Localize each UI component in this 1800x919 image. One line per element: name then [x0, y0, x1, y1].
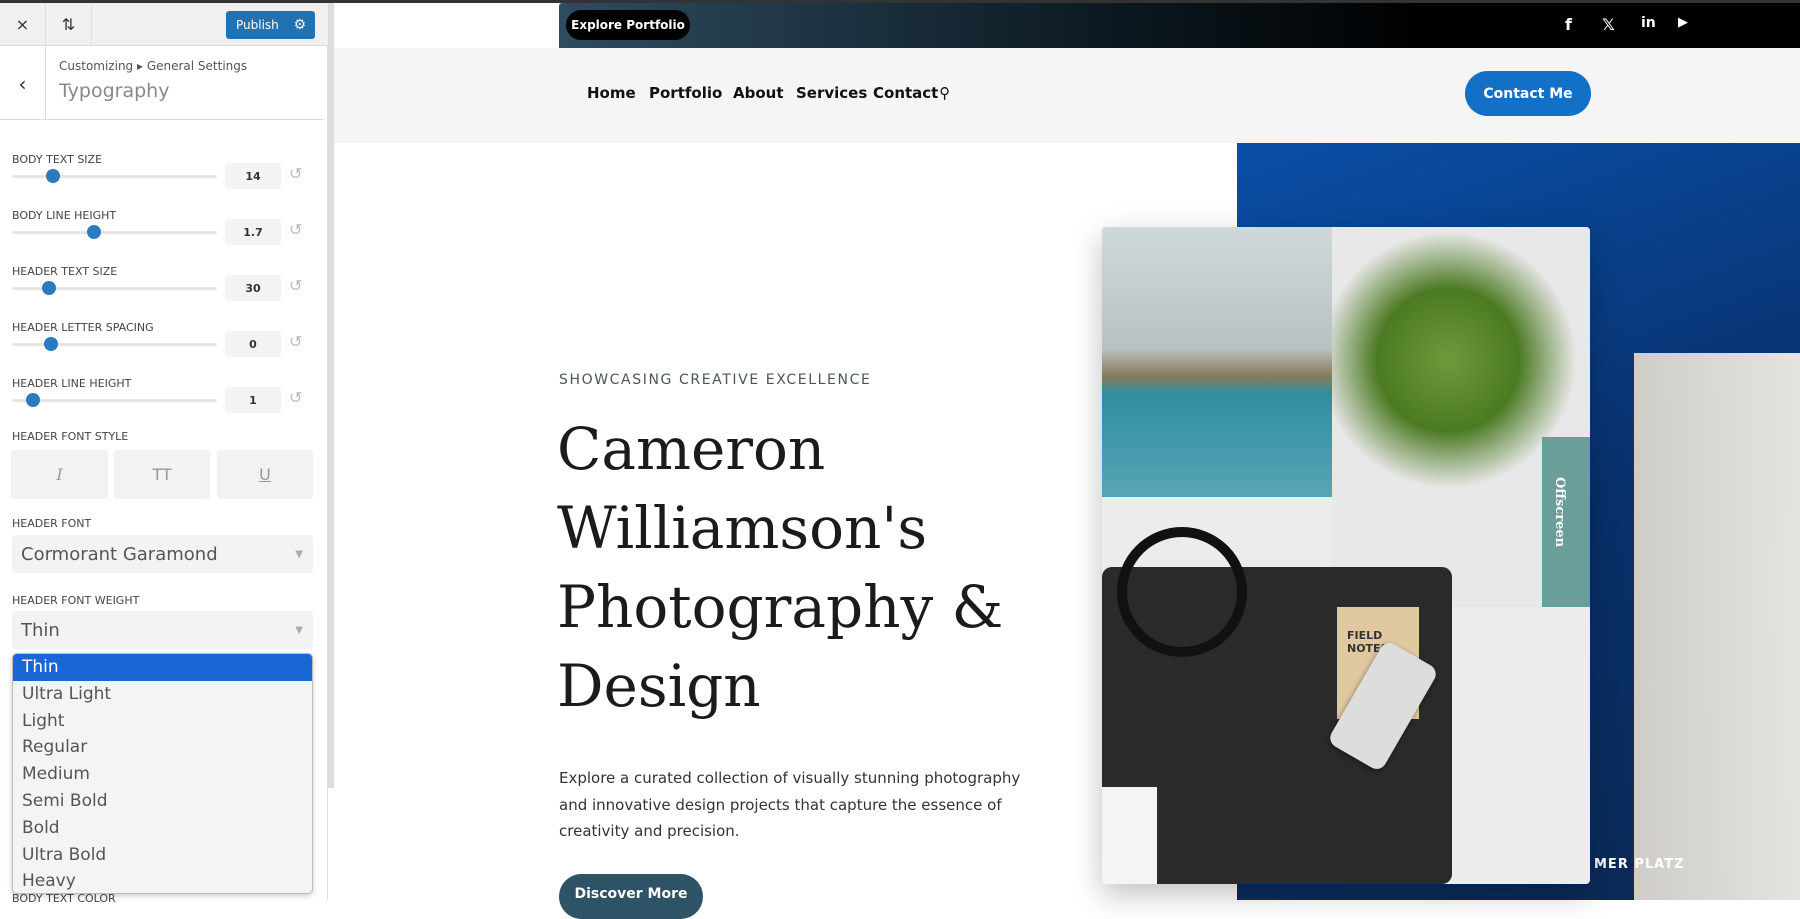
- header-font-style-label: HEADER FONT STYLE: [12, 430, 129, 443]
- header-font-weight-value: Thin: [21, 619, 60, 641]
- dropdown-option[interactable]: Ultra Light: [13, 681, 312, 708]
- slider-label: BODY TEXT SIZE: [12, 153, 103, 166]
- reset-icon[interactable]: ↺: [289, 164, 302, 183]
- sort-icon: ⇅: [61, 15, 76, 34]
- header-font-weight-select[interactable]: Thin ▼: [12, 611, 313, 649]
- hero-eyebrow: SHOWCASING CREATIVE EXCELLENCE: [559, 372, 872, 388]
- hero-heading: Cameron Williamson's Photography & Desig…: [557, 415, 1004, 720]
- facebook-icon[interactable]: f: [1565, 15, 1572, 34]
- dropdown-option[interactable]: Thin: [13, 654, 312, 681]
- header-font-weight-label: HEADER FONT WEIGHT: [12, 594, 140, 607]
- reorder-button[interactable]: ⇅: [46, 3, 92, 46]
- dropdown-option[interactable]: Ultra Bold: [13, 842, 312, 869]
- slider-track[interactable]: [12, 225, 217, 239]
- slider-handle[interactable]: [87, 225, 101, 239]
- caret-down-icon: ▼: [295, 548, 303, 560]
- close-button[interactable]: ×: [0, 3, 46, 46]
- nav-about[interactable]: About: [733, 84, 784, 102]
- publish-button[interactable]: Publish ⚙: [226, 11, 315, 39]
- dropdown-option[interactable]: Heavy: [13, 868, 312, 893]
- slider-value-input[interactable]: 1: [225, 387, 281, 413]
- dropdown-option[interactable]: Medium: [13, 761, 312, 788]
- slider-value-input[interactable]: 1.7: [225, 219, 281, 245]
- caret-down-icon: ▼: [295, 624, 303, 636]
- nav-portfolio[interactable]: Portfolio: [649, 84, 722, 102]
- font-weight-dropdown[interactable]: Thin Ultra Light Light Regular Medium Semi Bo…: [12, 653, 313, 894]
- site-nav: Home Portfolio About Services Contact ⚲ …: [334, 48, 1800, 143]
- header-font-label: HEADER FONT: [12, 517, 92, 530]
- slider-label: HEADER TEXT SIZE: [12, 265, 118, 278]
- search-icon[interactable]: ⚲: [939, 84, 950, 102]
- header-font-value: Cormorant Garamond: [21, 543, 218, 565]
- slider-handle[interactable]: [25, 393, 40, 407]
- reset-icon[interactable]: ↺: [289, 276, 302, 295]
- italic-button[interactable]: I: [11, 450, 108, 499]
- dropdown-option[interactable]: Bold: [13, 815, 312, 842]
- hero-paragraph: Explore a curated collection of visually…: [559, 769, 1021, 840]
- headphones-image: [1117, 527, 1247, 657]
- site-preview: Explore Portfolio f 𝕏 in ▶ Home Portfoli…: [334, 3, 1800, 919]
- slider-handle[interactable]: [46, 169, 60, 183]
- slider-handle[interactable]: [41, 281, 56, 295]
- street-sign-text: MER PLATZ: [1594, 857, 1685, 872]
- nav-home[interactable]: Home: [587, 84, 636, 102]
- building-image: [1634, 353, 1800, 900]
- slider-track[interactable]: [12, 337, 217, 351]
- book-image: Offscreen: [1542, 437, 1590, 607]
- reset-icon[interactable]: ↺: [289, 220, 302, 239]
- gear-icon[interactable]: ⚙: [293, 17, 306, 33]
- slider-value-input[interactable]: 0: [225, 331, 281, 357]
- hero-photo: Offscreen FIELD NOTES: [1102, 227, 1590, 884]
- youtube-icon[interactable]: ▶: [1678, 15, 1688, 30]
- x-icon[interactable]: 𝕏: [1602, 15, 1615, 34]
- slider-value-input[interactable]: 30: [225, 275, 281, 301]
- customizer-panel: × ⇅ Publish ⚙ ‹ Customizing ▸ General Set…: [0, 3, 328, 905]
- slider-track[interactable]: [12, 281, 217, 295]
- close-icon: ×: [15, 15, 30, 34]
- slider-value-input[interactable]: 14: [225, 163, 281, 189]
- slider-label: HEADER LETTER SPACING: [12, 321, 154, 334]
- publish-label: Publish: [236, 18, 279, 32]
- dropdown-option[interactable]: Light: [13, 708, 312, 735]
- back-button[interactable]: ‹: [0, 47, 46, 120]
- slider-track[interactable]: [12, 393, 217, 407]
- header-font-select[interactable]: Cormorant Garamond ▼: [12, 535, 313, 573]
- keyboard-image: [1102, 787, 1157, 884]
- reset-icon[interactable]: ↺: [289, 388, 302, 407]
- slider-track[interactable]: [12, 169, 217, 183]
- book-title: Offscreen: [1552, 477, 1567, 548]
- linkedin-icon[interactable]: in: [1641, 15, 1656, 31]
- contact-me-button[interactable]: Contact Me: [1465, 71, 1591, 116]
- discover-more-button[interactable]: Discover More: [559, 874, 703, 919]
- reset-icon[interactable]: ↺: [289, 332, 302, 351]
- slider-label: BODY LINE HEIGHT: [12, 209, 117, 222]
- page-title: Typography: [59, 80, 170, 102]
- dropdown-option[interactable]: Regular: [13, 734, 312, 761]
- dropdown-option[interactable]: Semi Bold: [13, 788, 312, 815]
- slider-label: HEADER LINE HEIGHT: [12, 377, 132, 390]
- explore-portfolio-button[interactable]: Explore Portfolio: [566, 10, 690, 40]
- customizer-toolbar: × ⇅ Publish ⚙: [0, 3, 328, 46]
- underline-button[interactable]: U: [217, 450, 313, 499]
- nav-services[interactable]: Services: [796, 84, 867, 102]
- breadcrumb: Customizing ▸ General Settings: [59, 59, 248, 73]
- slider-handle[interactable]: [43, 337, 58, 351]
- nav-contact[interactable]: Contact: [873, 84, 938, 102]
- uppercase-button[interactable]: TT: [114, 450, 210, 499]
- monitor-image: [1102, 227, 1332, 497]
- section-header: ‹ Customizing ▸ General Settings Typogra…: [0, 47, 324, 120]
- site-top-bar: Explore Portfolio f 𝕏 in ▶: [559, 3, 1800, 48]
- chevron-left-icon: ‹: [18, 71, 27, 96]
